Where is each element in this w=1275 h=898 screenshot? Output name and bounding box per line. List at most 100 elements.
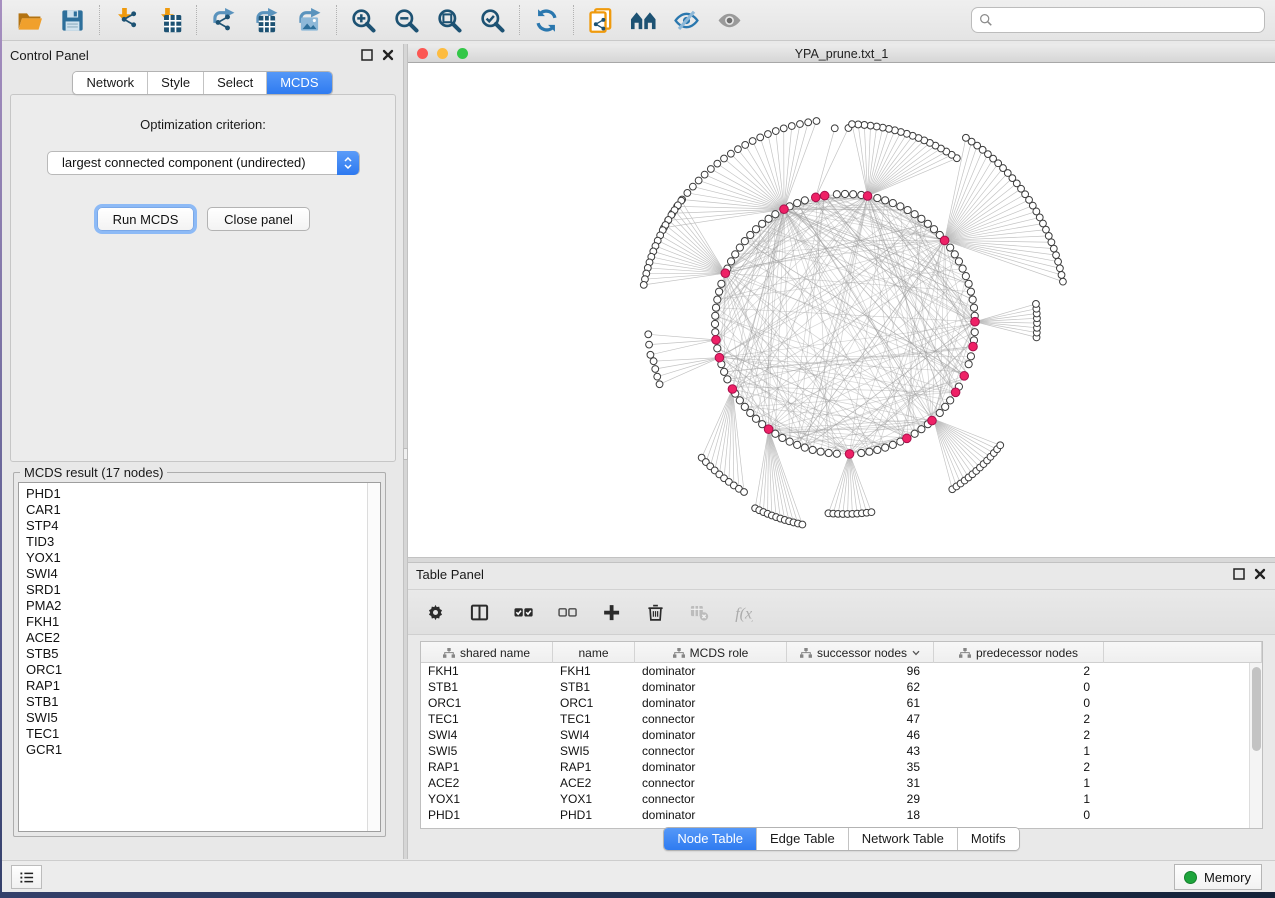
show-all-icon: [717, 8, 742, 33]
open-file-button[interactable]: [8, 2, 51, 38]
zoom-out-icon: [394, 8, 419, 33]
cell-shared_name: RAP1: [421, 759, 553, 775]
mcds-list-scrollbar[interactable]: [367, 483, 380, 831]
export-network-button[interactable]: [202, 2, 245, 38]
table-row[interactable]: STB1STB1dominator620: [421, 679, 1262, 695]
delete-row-button[interactable]: [644, 601, 666, 623]
first-neighbors-button[interactable]: [622, 2, 665, 38]
mcds-node-item[interactable]: CAR1: [26, 502, 380, 518]
function-builder-button: f(x): [732, 601, 754, 623]
table-scrollbar[interactable]: [1249, 663, 1262, 828]
mcds-node-item[interactable]: RAP1: [26, 678, 380, 694]
tab-mcds[interactable]: MCDS: [267, 72, 331, 94]
cell-name: TEC1: [553, 711, 635, 727]
tab-network-table[interactable]: Network Table: [849, 828, 958, 850]
import-table-button[interactable]: [148, 2, 191, 38]
mcds-result-list[interactable]: PHD1CAR1STP4TID3YOX1SWI4SRD1PMA2FKH1ACE2…: [18, 482, 381, 832]
run-mcds-button[interactable]: Run MCDS: [97, 207, 194, 231]
column-label: successor nodes: [817, 646, 907, 660]
network-graph[interactable]: [408, 63, 1275, 557]
hide-columns-button[interactable]: [556, 601, 578, 623]
gear-icon: [426, 603, 445, 622]
mcds-node-item[interactable]: SWI5: [26, 710, 380, 726]
mcds-node-item[interactable]: YOX1: [26, 550, 380, 566]
tab-node-table[interactable]: Node Table: [664, 828, 757, 850]
column-header-predecessor-nodes[interactable]: predecessor nodes: [934, 642, 1104, 663]
table-row[interactable]: SWI5SWI5connector431: [421, 743, 1262, 759]
zoom-selected-button[interactable]: [471, 2, 514, 38]
network-canvas[interactable]: [408, 63, 1275, 557]
table-row[interactable]: FKH1FKH1dominator962: [421, 663, 1262, 679]
sort-descending-icon: [912, 650, 920, 656]
save-session-button[interactable]: [51, 2, 94, 38]
table-row[interactable]: YOX1YOX1connector291: [421, 791, 1262, 807]
tab-network[interactable]: Network: [73, 72, 148, 94]
hide-columns-icon: [558, 603, 577, 622]
mcds-node-item[interactable]: GCR1: [26, 742, 380, 758]
float-panel-icon[interactable]: [360, 48, 374, 62]
table-scrollbar-thumb[interactable]: [1252, 667, 1261, 751]
mcds-node-item[interactable]: STP4: [26, 518, 380, 534]
close-panel-button[interactable]: Close panel: [207, 207, 310, 231]
zoom-out-button[interactable]: [385, 2, 428, 38]
float-panel-icon[interactable]: [1232, 567, 1246, 581]
mcds-node-item[interactable]: ORC1: [26, 662, 380, 678]
task-history-button[interactable]: [11, 865, 42, 889]
close-panel-icon[interactable]: [381, 48, 395, 62]
column-header-name[interactable]: name: [553, 642, 635, 663]
table-row[interactable]: ORC1ORC1dominator610: [421, 695, 1262, 711]
table-row[interactable]: SWI4SWI4dominator462: [421, 727, 1262, 743]
zoom-fit-button[interactable]: [428, 2, 471, 38]
first-neighbors-icon: [631, 8, 656, 33]
tab-edge-table[interactable]: Edge Table: [757, 828, 849, 850]
memory-status-icon: [1184, 871, 1197, 884]
table-row[interactable]: PHD1PHD1dominator180: [421, 807, 1262, 823]
mcds-node-item[interactable]: TEC1: [26, 726, 380, 742]
show-columns-button[interactable]: [512, 601, 534, 623]
table-row[interactable]: RAP1RAP1dominator352: [421, 759, 1262, 775]
refresh-view-button[interactable]: [525, 2, 568, 38]
mcds-node-item[interactable]: ACE2: [26, 630, 380, 646]
import-network-button[interactable]: [105, 2, 148, 38]
mcds-node-item[interactable]: STB5: [26, 646, 380, 662]
add-column-button[interactable]: [600, 601, 622, 623]
criterion-dropdown[interactable]: largest connected component (undirected): [47, 151, 360, 175]
column-header-successor-nodes[interactable]: successor nodes: [787, 642, 934, 663]
mcds-node-item[interactable]: SRD1: [26, 582, 380, 598]
table-row[interactable]: TEC1TEC1connector472: [421, 711, 1262, 727]
mcds-node-item[interactable]: FKH1: [26, 614, 380, 630]
table-row[interactable]: ACE2ACE2connector311: [421, 775, 1262, 791]
zoom-in-button[interactable]: [342, 2, 385, 38]
cell-name: PHD1: [553, 807, 635, 823]
show-all-button[interactable]: [708, 2, 751, 38]
table-panel: Table Panel f(x) shared namenameMCDS rol…: [408, 563, 1275, 859]
column-header-MCDS-role[interactable]: MCDS role: [635, 642, 787, 663]
tab-motifs[interactable]: Motifs: [958, 828, 1019, 850]
hide-selected-button[interactable]: [665, 2, 708, 38]
table-toolbar: f(x): [408, 589, 1275, 635]
mcds-node-item[interactable]: SWI4: [26, 566, 380, 582]
memory-label: Memory: [1204, 870, 1251, 885]
export-image-button[interactable]: [288, 2, 331, 38]
cell-successor_nodes: 43: [787, 743, 934, 759]
column-header-shared-name[interactable]: shared name: [421, 642, 553, 663]
close-panel-icon[interactable]: [1253, 567, 1267, 581]
cell-successor_nodes: 29: [787, 791, 934, 807]
main-toolbar: [2, 0, 1275, 41]
delete-row-icon: [646, 603, 665, 622]
mcds-node-item[interactable]: TID3: [26, 534, 380, 550]
mcds-node-item[interactable]: PMA2: [26, 598, 380, 614]
split-columns-button[interactable]: [468, 601, 490, 623]
mcds-node-item[interactable]: PHD1: [26, 486, 380, 502]
gear-button[interactable]: [424, 601, 446, 623]
search-input[interactable]: [971, 7, 1265, 33]
mcds-node-item[interactable]: STB1: [26, 694, 380, 710]
column-label: MCDS role: [690, 646, 749, 660]
tab-style[interactable]: Style: [148, 72, 204, 94]
tab-select[interactable]: Select: [204, 72, 267, 94]
network-window-titlebar[interactable]: YPA_prune.txt_1: [408, 44, 1275, 63]
clone-network-button[interactable]: [579, 2, 622, 38]
control-panel-header: Control Panel: [2, 44, 403, 68]
export-table-button[interactable]: [245, 2, 288, 38]
memory-button[interactable]: Memory: [1174, 864, 1262, 890]
